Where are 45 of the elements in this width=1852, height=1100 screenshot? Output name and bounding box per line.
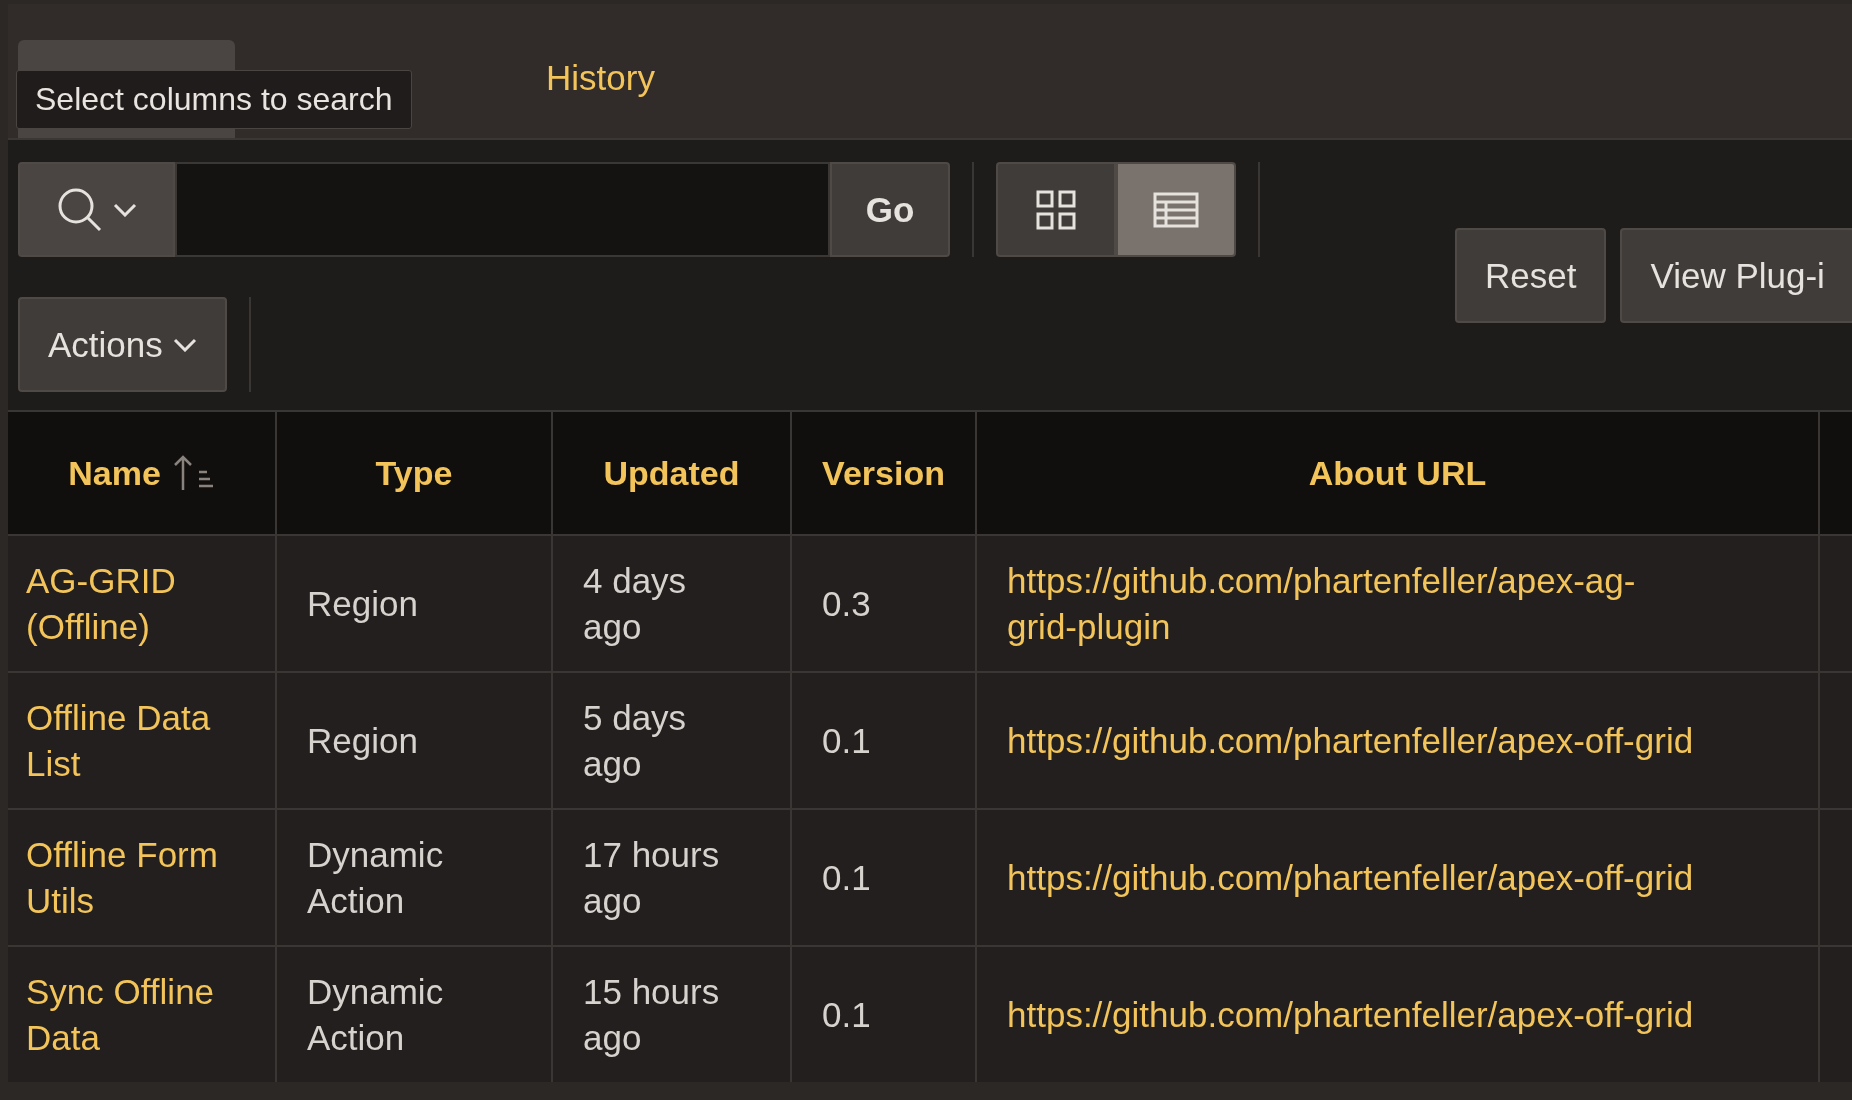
actions-button[interactable]: Actions (18, 297, 227, 392)
chevron-down-icon (172, 337, 197, 352)
table-cell: Region (277, 671, 553, 808)
about-url-link[interactable]: https://github.com/phartenfeller/apex-off-grid (1007, 854, 1694, 901)
about-url-link[interactable]: https://github.com/phartenfeller/apex-off-grid (1007, 991, 1694, 1038)
about-url-link[interactable]: https://github.com/phartenfeller/apex-off-grid (1007, 717, 1694, 764)
table-cell: 0.1 (792, 945, 977, 1082)
column-header[interactable]: Updated (553, 412, 792, 534)
tab[interactable]: History (492, 40, 709, 138)
chevron-down-icon (112, 202, 137, 217)
go-button[interactable]: Go (830, 162, 950, 257)
table-cell: Dynamic Action (277, 945, 553, 1082)
plugin-name-link[interactable]: AG-GRID (Offline) (26, 557, 257, 650)
table-cell: Region (277, 534, 553, 671)
table-cell: 0.1 (792, 671, 977, 808)
column-label: Version (822, 453, 945, 493)
column-label: About URL (1308, 453, 1487, 493)
about-url-link[interactable]: https://github.com/phartenfeller/apex-ag-grid-plugin (1007, 557, 1698, 650)
table-cell: 5 days ago (553, 671, 792, 808)
column-header[interactable]: About URL (977, 412, 1820, 534)
column-label: Updated (603, 453, 740, 493)
column-label: Name (68, 453, 161, 493)
table-cell: 17 hours ago (553, 808, 792, 945)
column-header[interactable]: Version (792, 412, 977, 534)
table-cell: Dynamic Action (277, 808, 553, 945)
search-field[interactable] (175, 162, 830, 257)
column-label: Type (375, 453, 453, 493)
table-view-icon (1153, 191, 1199, 228)
view-toggle-button[interactable] (1116, 162, 1236, 257)
search-column-button[interactable] (18, 162, 175, 257)
table-cell: 0.3 (792, 534, 977, 671)
column-header[interactable]: Name (8, 412, 277, 534)
plugin-name-link[interactable]: Offline Data List (26, 694, 257, 787)
tooltip: Select columns to search (16, 70, 412, 129)
grid-view-icon (1036, 189, 1076, 230)
column-header[interactable]: Type (277, 412, 553, 534)
toolbar-button[interactable]: Reset (1455, 228, 1607, 323)
table-cell: 4 days ago (553, 534, 792, 671)
plugin-name-link[interactable]: Offline Form Utils (26, 831, 257, 924)
search-icon (56, 186, 103, 233)
table-cell: 0.1 (792, 808, 977, 945)
toolbar-button[interactable]: View Plug-i (1620, 228, 1852, 323)
table-cell: 15 hours ago (553, 945, 792, 1082)
plugin-name-link[interactable]: Sync Offline Data (26, 968, 257, 1061)
view-toggle-button[interactable] (996, 162, 1116, 257)
